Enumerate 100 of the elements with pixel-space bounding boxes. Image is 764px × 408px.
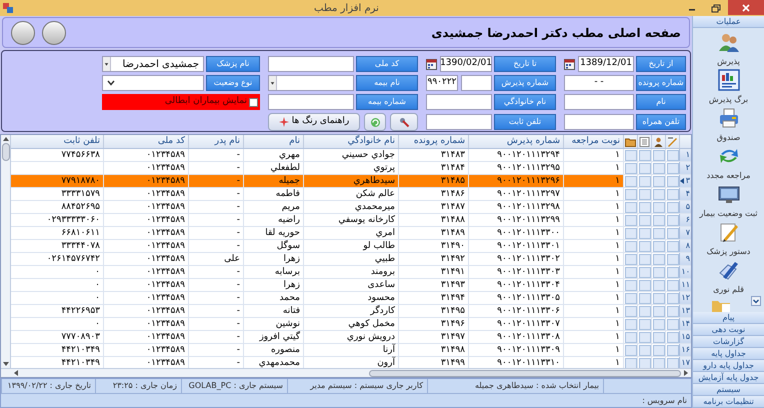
row-action-cell[interactable] [638,240,650,252]
table-row[interactable]: ۶ ۱ ۹۰۰۱۲۰۱۱۱۳۲۹۹ ۳۱۴۸۸ كارخانه يوسفي راضيه - ۰۱۲۳۴۵۸۹ ۰۲۹۳۳۳۳۳۰۶۰ [11,214,691,227]
row-action-cell[interactable] [652,306,664,316]
row-action-cell[interactable] [638,266,650,278]
chevron-down-icon[interactable] [107,80,115,86]
row-header[interactable]: ۱۵ [679,331,691,343]
row-action-cell[interactable] [666,162,678,174]
row-action-cell[interactable] [666,332,678,342]
row-action-cell[interactable] [652,228,664,238]
column-header[interactable]: نام [243,135,303,148]
row-action-cell[interactable] [624,280,636,290]
row-action-cell[interactable] [624,292,636,304]
sidebar-item[interactable]: پذیرش [693,30,764,68]
sidebar-section[interactable]: جدول پایه آزمایش [693,372,764,384]
row-action-cell[interactable] [624,188,636,200]
row-header[interactable]: ۵ [679,201,691,213]
row-action-cell[interactable] [652,150,664,160]
row-action-cell[interactable] [638,280,650,290]
row-action-cell[interactable] [666,202,678,212]
row-action-cell[interactable] [624,176,636,186]
row-action-cell[interactable] [652,202,664,212]
row-header[interactable]: ۱۰ [679,266,691,278]
table-row[interactable]: ۹ ۱ ۹۰۰۱۲۰۱۱۱۳۳۰۲ ۳۱۴۹۲ طبيي زهرا علی ۰۱۲۳۴۵۸۹ ۰۲۶۱۴۵۷۶۷۴۲ [11,253,691,266]
row-action-cell[interactable] [624,344,636,356]
row-action-cell[interactable] [638,254,650,264]
row-action-cell[interactable] [638,344,650,356]
column-header[interactable]: نام پدر [188,135,243,148]
row-action-cell[interactable] [666,280,678,290]
input-field[interactable] [564,114,634,130]
row-header[interactable]: ۱۴ [679,318,691,330]
row-action-cell[interactable] [624,150,636,160]
row-action-cell[interactable] [652,162,664,174]
row-action-cell[interactable] [638,202,650,212]
table-row[interactable]: ۳ ۱ ۹۰۰۱۲۰۱۱۱۳۲۹۶ ۳۱۴۸۵ سيدطاهري جميله - ۰۱۲۳۴۵۸۹ ۷۷۹۱۸۷۸۰ [11,175,691,188]
input-field[interactable] [268,56,354,72]
round-button[interactable] [11,20,35,44]
input-field[interactable] [268,94,354,110]
checkbox[interactable] [249,98,258,106]
vertical-scrollbar[interactable] [1,135,11,368]
table-row[interactable]: ۱۳ ۱ ۹۰۰۱۲۰۱۱۱۳۳۰۶ ۳۱۴۹۵ كاردگر فتانه - ۰۱۲۳۴۵۸۹ ۴۴۲۲۶۹۵۳ [11,305,691,318]
column-header[interactable]: شماره پرونده [398,135,468,148]
row-action-cell[interactable] [666,228,678,238]
row-header[interactable]: ۹ [679,253,691,265]
row-action-cell[interactable] [666,150,678,160]
scroll-down-icon[interactable] [751,296,761,306]
combo-field[interactable] [268,75,354,91]
row-action-cell[interactable] [638,306,650,316]
row-action-cell[interactable] [666,292,678,304]
table-row[interactable]: ۱۶ ۱ ۹۰۰۱۲۰۱۱۱۳۳۰۹ ۳۱۴۹۸ آرنا منصوره - ۰۱۲۳۴۵۸۹ ۴۴۲۱۰۳۴۹ [11,344,691,357]
close-button[interactable] [728,0,764,15]
row-header[interactable]: ۶ [679,214,691,226]
input-field[interactable] [564,94,634,110]
sidebar-section[interactable]: جداول پایه [693,348,764,360]
row-action-cell[interactable] [638,228,650,238]
sidebar-item[interactable]: مراجعه مجدد [693,144,764,182]
row-action-cell[interactable] [638,176,650,186]
sidebar-section[interactable]: سیستم [693,384,764,396]
sidebar-section[interactable]: پیام [693,312,764,324]
row-action-cell[interactable] [638,318,650,330]
row-action-cell[interactable] [666,214,678,226]
row-action-cell[interactable] [624,306,636,316]
row-header[interactable]: ۱ [679,149,691,161]
round-button[interactable] [42,20,66,44]
table-row[interactable]: ۱۲ ۱ ۹۰۰۱۲۰۱۱۱۳۳۰۵ ۳۱۴۹۴ محسود محمد - ۰۱۲۳۴۵۸۹ ۰ [11,292,691,305]
row-action-cell[interactable] [652,214,664,226]
input-field[interactable] [426,94,492,110]
row-action-cell[interactable] [624,228,636,238]
row-action-cell[interactable] [666,176,678,186]
combo-field[interactable]: جمشیدی احمدرضا [102,56,204,72]
row-action-cell[interactable] [666,318,678,330]
sidebar-item[interactable]: صندوق [693,106,764,144]
sidebar-section[interactable]: گزارشات [693,336,764,348]
row-action-cell[interactable] [652,188,664,200]
table-row[interactable]: ۱۱ ۱ ۹۰۰۱۲۰۱۱۱۳۳۰۴ ۳۱۴۹۳ ساعدی زهرا - ۰۱۲۳۴۵۸۹ ۰ [11,279,691,292]
row-header[interactable]: ۷ [679,227,691,239]
row-action-cell[interactable] [652,240,664,252]
row-action-cell[interactable] [624,358,636,368]
row-action-cell[interactable] [652,344,664,356]
dropdown-field[interactable] [102,75,204,91]
row-action-cell[interactable] [652,280,664,290]
table-row[interactable]: ۱۵ ۱ ۹۰۰۱۲۰۱۱۱۳۳۰۸ ۳۱۴۹۷ درويش نوري گيتي افروز - ۰۱۲۳۴۵۸۹ ۷۷۷۰۸۹۰۳ [11,331,691,344]
row-action-cell[interactable] [624,266,636,278]
row-action-cell[interactable] [638,162,650,174]
row-action-cell[interactable] [638,150,650,160]
row-action-cell[interactable] [638,358,650,368]
row-action-cell[interactable] [624,162,636,174]
sidebar-section[interactable]: جداول پایه دارو [693,360,764,372]
table-row[interactable]: ۴ ۱ ۹۰۰۱۲۰۱۱۱۳۲۹۷ ۳۱۴۸۶ عالم شكن فاطمه - ۰۱۲۳۴۵۸۹ ۳۳۳۳۱۵۷۹ [11,188,691,201]
table-row[interactable]: ۲ ۱ ۹۰۰۱۲۰۱۱۱۳۲۹۵ ۳۱۴۸۴ پرتوي لطفعلي - ۰۱۲۳۴۵۸۹ [11,162,691,175]
table-row[interactable]: ۱ ۱ ۹۰۰۱۲۰۱۱۱۳۲۹۴ ۳۱۴۸۳ جوادي حسيني مهري - ۰۱۲۳۴۵۸۹ ۷۷۴۵۶۶۳۸ [11,149,691,162]
row-action-cell[interactable] [666,344,678,356]
row-action-cell[interactable] [624,318,636,330]
row-action-cell[interactable] [666,306,678,316]
scroll-thumb[interactable] [2,143,10,161]
sidebar-item[interactable]: برگ پذیرش [693,68,764,106]
row-action-cell[interactable] [666,240,678,252]
table-row[interactable]: ۵ ۱ ۹۰۰۱۲۰۱۱۱۳۲۹۸ ۳۱۴۸۷ ميرمحمدي مريم - ۰۱۲۳۴۵۸۹ ۸۸۴۵۲۶۹۵ [11,201,691,214]
row-action-cell[interactable] [652,176,664,186]
row-action-cell[interactable] [624,254,636,264]
row-action-cell[interactable] [624,214,636,226]
